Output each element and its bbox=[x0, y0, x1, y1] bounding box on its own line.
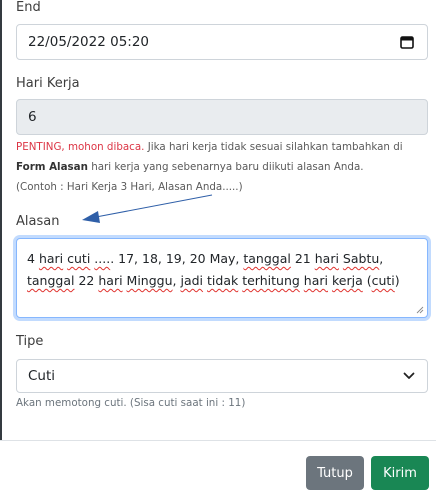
note-text-1: Jika hari kerja tidak sesuai silahkan ta… bbox=[144, 141, 403, 153]
modal-left-border bbox=[0, 0, 2, 440]
text-segment: 21 bbox=[290, 251, 315, 266]
text-segment: tanggal bbox=[243, 251, 291, 266]
note-bold: Form Alasan bbox=[16, 161, 88, 173]
chevron-down-icon bbox=[403, 372, 415, 379]
hari-kerja-input: 6 bbox=[16, 99, 428, 135]
text-segment: Sabtu bbox=[342, 251, 380, 266]
alasan-textarea[interactable]: 4 hari cuti ..... 17, 18, 19, 20 May, ta… bbox=[16, 238, 428, 318]
text-segment: hari bbox=[38, 251, 64, 266]
resize-grip-icon[interactable] bbox=[416, 306, 424, 314]
text-segment: .... bbox=[94, 251, 111, 266]
submit-button[interactable]: Kirim bbox=[371, 456, 429, 490]
alasan-label: Alasan bbox=[16, 214, 60, 229]
hari-kerja-value: 6 bbox=[28, 109, 37, 125]
text-segment: tanggal bbox=[27, 273, 75, 288]
text-segment: tidak bbox=[207, 273, 239, 288]
modal-footer-divider bbox=[0, 440, 436, 441]
note-text-2: hari kerja yang sebenarnya baru diikuti … bbox=[87, 161, 364, 173]
note-example: (Contoh : Hari Kerja 3 Hari, Alasan Anda… bbox=[16, 181, 243, 193]
text-segment: Minggu bbox=[126, 273, 173, 288]
text-segment: cuti bbox=[67, 251, 91, 266]
text-segment: ) bbox=[394, 273, 400, 288]
alasan-line-1: 4 hari cuti ..... 17, 18, 19, 20 May, ta… bbox=[27, 248, 417, 270]
hari-kerja-label: Hari Kerja bbox=[16, 76, 80, 91]
text-segment: . 17, 18, 19, 20 May, bbox=[110, 251, 244, 266]
end-datetime-value: 22/05/2022 05:20 bbox=[28, 34, 150, 50]
tipe-selected-value: Cuti bbox=[28, 368, 56, 384]
text-segment: cuti bbox=[371, 273, 395, 288]
tipe-help-text: Akan memotong cuti. (Sisa cuti saat ini … bbox=[16, 397, 246, 409]
note-important: PENTING, mohon dibaca. bbox=[16, 141, 145, 153]
alasan-line-2: tanggal 22 hari Minggu, jadi tidak terhi… bbox=[27, 270, 417, 292]
end-datetime-input[interactable]: 22/05/2022 05:20 bbox=[16, 24, 428, 60]
text-segment: 4 bbox=[27, 251, 39, 266]
tipe-label: Tipe bbox=[16, 334, 44, 349]
hari-kerja-note: PENTING, mohon dibaca. Jika hari kerja t… bbox=[16, 137, 428, 197]
text-segment: hari bbox=[314, 251, 339, 266]
close-button[interactable]: Tutup bbox=[306, 456, 364, 490]
calendar-icon[interactable] bbox=[400, 35, 414, 49]
text-segment: , bbox=[379, 251, 384, 266]
text-segment: kerja bbox=[331, 273, 363, 288]
text-segment: hari bbox=[98, 273, 123, 288]
text-segment: terhitung bbox=[242, 273, 300, 288]
tipe-select[interactable]: Cuti bbox=[16, 359, 428, 393]
end-label: End bbox=[16, 0, 41, 15]
text-segment: hari bbox=[303, 273, 328, 288]
text-segment: 22 bbox=[74, 273, 99, 288]
text-segment: ( bbox=[362, 273, 372, 288]
text-segment: jadi bbox=[180, 273, 204, 288]
